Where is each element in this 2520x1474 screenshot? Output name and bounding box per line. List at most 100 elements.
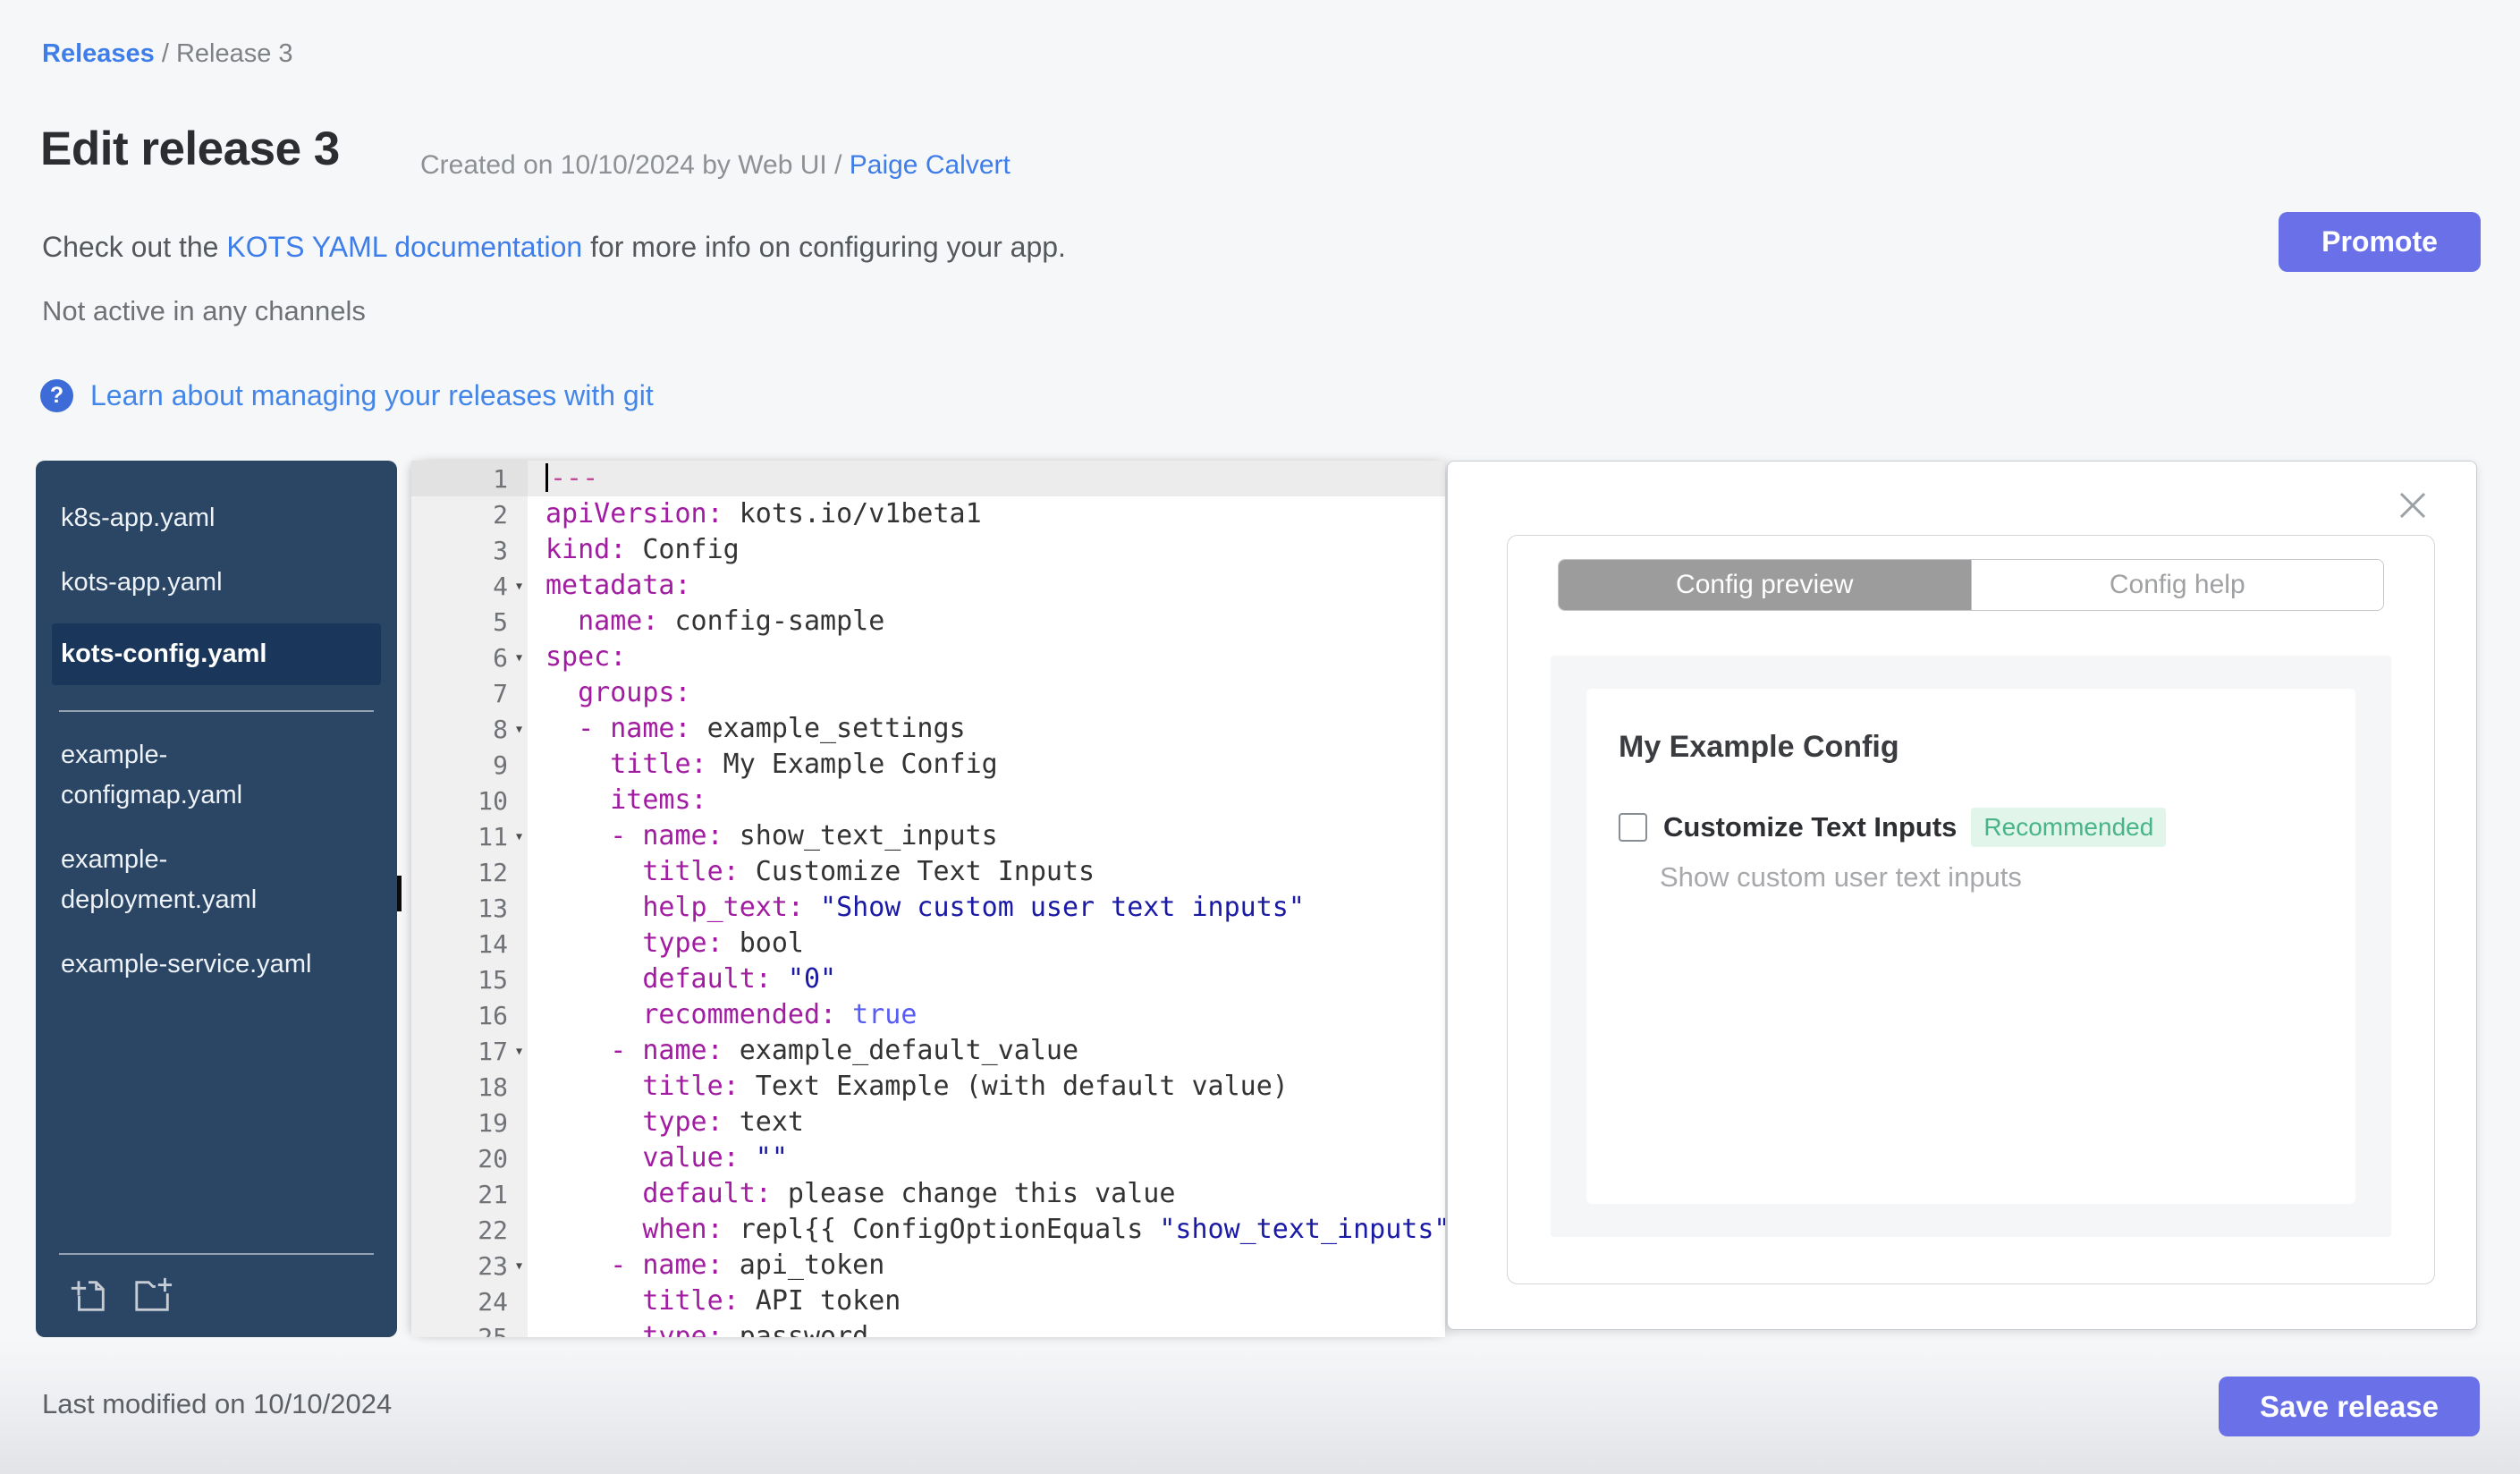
line-number-gutter: 5 — [411, 604, 528, 640]
line-number-gutter: 19 — [411, 1105, 528, 1140]
fold-arrow-icon[interactable]: ▾ — [514, 1042, 524, 1061]
code-line-text: type: text — [642, 1106, 804, 1138]
editor-line-15[interactable]: 15 default: "0" — [411, 961, 1445, 997]
file-item-kots-app.yaml[interactable]: kots-app.yaml — [59, 563, 340, 603]
editor-line-6[interactable]: 6 ▾ spec: — [411, 640, 1445, 675]
line-number-gutter: 23 ▾ — [411, 1248, 528, 1283]
editor-lines: 1 --- 2 apiVersion: kots.io/v1beta1 3 kind: C… — [411, 461, 1445, 1337]
editor-line-13[interactable]: 13 help_text: "Show custom user text inp… — [411, 890, 1445, 926]
breadcrumb-separator: / — [154, 39, 176, 68]
code-line-text: title: My Example Config — [610, 749, 998, 780]
docs-suffix: for more info on configuring your app. — [582, 231, 1066, 263]
file-group-bottom: example-configmap.yaml example-deployment… — [59, 735, 374, 1009]
editor-line-11[interactable]: 11 ▾ - name: show_text_inputs — [411, 818, 1445, 854]
editor-line-14[interactable]: 14 type: bool — [411, 926, 1445, 961]
text-cursor — [545, 463, 548, 492]
kots-yaml-doc-link[interactable]: KOTS YAML documentation — [226, 231, 582, 263]
file-item-example-service.yaml[interactable]: example-service.yaml — [59, 945, 340, 985]
git-releases-help-link[interactable]: Learn about managing your releases with … — [90, 379, 654, 412]
customize-text-inputs-checkbox[interactable] — [1619, 813, 1647, 842]
editor-line-7[interactable]: 7 groups: — [411, 675, 1445, 711]
code-line-text: --- — [528, 461, 1445, 496]
config-item-label: Customize Text Inputs — [1663, 811, 1958, 843]
add-file-icon[interactable] — [68, 1275, 109, 1316]
line-number-gutter: 1 — [411, 461, 528, 496]
line-number-gutter: 16 — [411, 997, 528, 1033]
add-folder-icon[interactable] — [132, 1275, 173, 1316]
preview-inner-container: Config preview Config help My Example Con… — [1507, 535, 2435, 1284]
config-group-title: My Example Config — [1619, 730, 1899, 764]
line-number-gutter: 7 — [411, 675, 528, 711]
file-item-k8s-app.yaml[interactable]: k8s-app.yaml — [59, 498, 340, 538]
code-line-text: default: "0" — [642, 963, 837, 995]
editor-line-21[interactable]: 21 default: please change this value — [411, 1176, 1445, 1212]
editor-line-4[interactable]: 4 ▾ metadata: — [411, 568, 1445, 604]
code-line-text: - name: example_settings — [545, 713, 966, 744]
code-line-text: title: API token — [642, 1285, 901, 1317]
code-line-text: title: Customize Text Inputs — [642, 856, 1095, 887]
question-mark-icon[interactable]: ? — [40, 379, 73, 412]
close-icon[interactable] — [2394, 487, 2431, 524]
docs-prefix: Check out the — [42, 231, 227, 263]
line-number-gutter: 10 — [411, 783, 528, 818]
editor-line-18[interactable]: 18 title: Text Example (with default val… — [411, 1069, 1445, 1105]
fold-arrow-icon[interactable]: ▾ — [514, 648, 524, 667]
file-item-example-configmap.yaml[interactable]: example-configmap.yaml — [59, 735, 340, 816]
code-line-text: apiVersion: kots.io/v1beta1 — [545, 498, 982, 529]
fold-arrow-icon[interactable]: ▾ — [514, 577, 524, 596]
editor-line-8[interactable]: 8 ▾ - name: example_settings — [411, 711, 1445, 747]
line-number-gutter: 25 — [411, 1319, 528, 1337]
save-release-button[interactable]: Save release — [2219, 1377, 2480, 1436]
editor-line-12[interactable]: 12 title: Customize Text Inputs — [411, 854, 1445, 890]
file-item-example-deployment.yaml[interactable]: example-deployment.yaml — [59, 840, 340, 920]
channel-status: Not active in any channels — [42, 295, 366, 326]
created-text: Created on 10/10/2024 by Web UI / — [420, 150, 850, 180]
editor-line-25[interactable]: 25 type: password — [411, 1319, 1445, 1337]
sidebar-actions — [59, 1275, 374, 1316]
tab-config-preview[interactable]: Config preview — [1559, 560, 1971, 610]
fold-arrow-icon[interactable]: ▾ — [514, 827, 524, 846]
line-number-gutter: 3 — [411, 532, 528, 568]
line-number-gutter: 6 ▾ — [411, 640, 528, 675]
fold-arrow-icon[interactable]: ▾ — [514, 1257, 524, 1275]
editor-line-24[interactable]: 24 title: API token — [411, 1283, 1445, 1319]
author-link[interactable]: Paige Calvert — [850, 150, 1011, 180]
editor-line-23[interactable]: 23 ▾ - name: api_token — [411, 1248, 1445, 1283]
code-line-text: title: Text Example (with default value) — [642, 1071, 1289, 1102]
editor-line-5[interactable]: 5 name: config-sample — [411, 604, 1445, 640]
editor-line-19[interactable]: 19 type: text — [411, 1105, 1445, 1140]
docs-line: Check out the KOTS YAML documentation fo… — [42, 231, 1066, 264]
code-line-text: kind: Config — [545, 534, 740, 565]
tab-config-help[interactable]: Config help — [1970, 560, 2383, 610]
breadcrumb-current: Release 3 — [175, 39, 293, 68]
file-item-kots-config.yaml[interactable]: kots-config.yaml — [52, 623, 381, 685]
editor-line-3[interactable]: 3 kind: Config — [411, 532, 1445, 568]
fold-arrow-icon[interactable]: ▾ — [514, 720, 524, 739]
last-modified-text: Last modified on 10/10/2024 — [42, 1388, 393, 1419]
code-line-text: metadata: — [545, 570, 691, 601]
code-line-text: - name: show_text_inputs — [545, 820, 998, 851]
line-number-gutter: 15 — [411, 961, 528, 997]
editor-line-20[interactable]: 20 value: "" — [411, 1140, 1445, 1176]
yaml-code-editor[interactable]: 1 --- 2 apiVersion: kots.io/v1beta1 3 kind: C… — [411, 461, 1445, 1337]
line-number-gutter: 18 — [411, 1069, 528, 1105]
editor-line-16[interactable]: 16 recommended: true — [411, 997, 1445, 1033]
line-number-gutter: 13 — [411, 890, 528, 926]
line-number-gutter: 17 ▾ — [411, 1033, 528, 1069]
code-line-text: type: password — [642, 1321, 869, 1337]
editor-line-22[interactable]: 22 when: repl{{ ConfigOptionEquals "show… — [411, 1212, 1445, 1248]
code-line-text: recommended: true — [642, 999, 918, 1030]
line-number-gutter: 20 — [411, 1140, 528, 1176]
editor-line-10[interactable]: 10 items: — [411, 783, 1445, 818]
breadcrumb-releases-link[interactable]: Releases — [42, 39, 155, 68]
line-number-gutter: 11 ▾ — [411, 818, 528, 854]
promote-button[interactable]: Promote — [2279, 212, 2481, 272]
git-help-row: ? Learn about managing your releases wit… — [40, 379, 654, 412]
editor-line-1[interactable]: 1 --- — [411, 461, 1445, 496]
editor-line-9[interactable]: 9 title: My Example Config — [411, 747, 1445, 783]
editor-line-17[interactable]: 17 ▾ - name: example_default_value — [411, 1033, 1445, 1069]
editor-line-2[interactable]: 2 apiVersion: kots.io/v1beta1 — [411, 496, 1445, 532]
code-line-text: - name: api_token — [545, 1250, 885, 1281]
line-number-gutter: 12 — [411, 854, 528, 890]
